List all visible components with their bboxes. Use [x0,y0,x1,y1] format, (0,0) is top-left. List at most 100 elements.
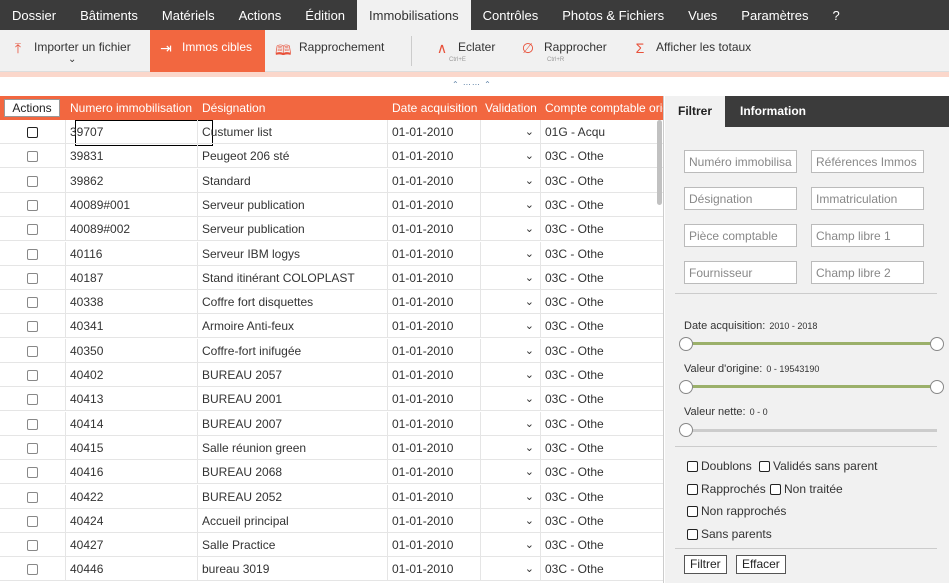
table-row[interactable]: 40402 BUREAU 2057 01-01-2010 ⌄ 03C - Othe [0,363,663,387]
menu-parametres[interactable]: Paramètres [729,0,820,30]
cell-date-acquisition[interactable]: 01-01-2010 [388,290,481,314]
cell-validation[interactable]: ⌄ [481,144,541,168]
cell-numero[interactable]: 40116 [66,242,198,266]
menu-materiels[interactable]: Matériels [150,0,227,30]
cell-compte-comptable[interactable]: 03C - Othe [541,290,659,314]
table-row[interactable]: 39862 Standard 01-01-2010 ⌄ 03C - Othe [0,169,663,193]
row-checkbox[interactable] [27,297,38,309]
cell-compte-comptable[interactable]: 03C - Othe [541,144,659,168]
sans-parents-box[interactable] [687,528,698,540]
menu-vues[interactable]: Vues [676,0,729,30]
row-select-cell[interactable] [0,120,66,144]
row-select-cell[interactable] [0,169,66,193]
validation-chevron-down-icon[interactable]: ⌄ [525,485,534,509]
cell-date-acquisition[interactable]: 01-01-2010 [388,242,481,266]
cell-date-acquisition[interactable]: 01-01-2010 [388,533,481,557]
cell-compte-comptable[interactable]: 03C - Othe [541,460,659,484]
cell-date-acquisition[interactable]: 01-01-2010 [388,217,481,241]
cell-numero[interactable]: 40338 [66,290,198,314]
row-checkbox[interactable] [27,370,38,382]
cell-numero[interactable]: 40341 [66,314,198,338]
row-checkbox[interactable] [27,200,38,212]
cell-designation[interactable]: Peugeot 206 sté [198,144,388,168]
row-select-cell[interactable] [0,387,66,411]
row-checkbox[interactable] [27,516,38,528]
row-select-cell[interactable] [0,266,66,290]
fournisseur-input[interactable] [684,261,797,284]
doublons-checkbox[interactable]: Doublons [687,459,752,473]
row-select-cell[interactable] [0,485,66,509]
cell-compte-comptable[interactable]: 03C - Othe [541,266,659,290]
cell-validation[interactable]: ⌄ [481,169,541,193]
cell-compte-comptable[interactable]: 01G - Acqu [541,120,659,144]
cell-compte-comptable[interactable]: 03C - Othe [541,339,659,363]
row-select-cell[interactable] [0,363,66,387]
header-date-acquisition[interactable]: Date acquisition [388,96,481,120]
table-row[interactable]: 40116 Serveur IBM logys 01-01-2010 ⌄ 03C - O… [0,242,663,266]
table-row[interactable]: 40338 Coffre fort disquettes 01-01-2010 ⌄ 03… [0,290,663,314]
cell-date-acquisition[interactable]: 01-01-2010 [388,460,481,484]
menu-batiments[interactable]: Bâtiments [68,0,150,30]
row-checkbox[interactable] [27,321,38,333]
date-acquisition-max-handle[interactable] [930,337,944,351]
validation-chevron-down-icon[interactable]: ⌄ [525,387,534,411]
table-row[interactable]: 40415 Salle réunion green 01-01-2010 ⌄ 03C -… [0,436,663,460]
designation-input[interactable] [684,187,797,210]
non-rapproches-box[interactable] [687,505,698,517]
row-checkbox[interactable] [27,540,38,552]
cell-numero[interactable]: 40427 [66,533,198,557]
cell-compte-comptable[interactable]: 03C - Othe [541,533,659,557]
row-select-cell[interactable] [0,144,66,168]
numero-immobilisation-input[interactable] [684,150,797,173]
cell-date-acquisition[interactable]: 01-01-2010 [388,314,481,338]
validation-chevron-down-icon[interactable]: ⌄ [525,509,534,533]
row-select-cell[interactable] [0,242,66,266]
references-immos-input[interactable] [811,150,924,173]
cell-designation[interactable]: Serveur IBM logys [198,242,388,266]
champ-libre-1-input[interactable] [811,224,924,247]
cell-date-acquisition[interactable]: 01-01-2010 [388,412,481,436]
menu-immobilisations[interactable]: Immobilisations [357,0,471,30]
validation-chevron-down-icon[interactable]: ⌄ [525,412,534,436]
cell-validation[interactable]: ⌄ [481,314,541,338]
menu-help[interactable]: ? [821,0,852,30]
cell-validation[interactable]: ⌄ [481,412,541,436]
cell-numero[interactable]: 40446 [66,557,198,581]
cell-designation[interactable]: Custumer list [198,120,388,144]
cell-numero[interactable]: 40187 [66,266,198,290]
row-checkbox[interactable] [27,564,38,576]
cell-date-acquisition[interactable]: 01-01-2010 [388,120,481,144]
cell-validation[interactable]: ⌄ [481,485,541,509]
cell-designation[interactable]: Armoire Anti-feux [198,314,388,338]
champ-libre-2-input[interactable] [811,261,924,284]
cell-compte-comptable[interactable]: 03C - Othe [541,314,659,338]
cell-validation[interactable]: ⌄ [481,509,541,533]
vertical-scrollbar[interactable] [657,120,662,205]
cell-designation[interactable]: Accueil principal [198,509,388,533]
tab-information[interactable]: Information [740,96,806,127]
piece-comptable-input[interactable] [684,224,797,247]
cell-date-acquisition[interactable]: 01-01-2010 [388,485,481,509]
row-select-cell[interactable] [0,412,66,436]
row-select-cell[interactable] [0,217,66,241]
cell-validation[interactable]: ⌄ [481,436,541,460]
cell-validation[interactable]: ⌄ [481,557,541,581]
validation-chevron-down-icon[interactable]: ⌄ [525,217,534,241]
cell-compte-comptable[interactable]: 03C - Othe [541,193,659,217]
cell-date-acquisition[interactable]: 01-01-2010 [388,509,481,533]
validation-chevron-down-icon[interactable]: ⌄ [525,339,534,363]
non-traitee-box[interactable] [770,483,781,495]
cell-date-acquisition[interactable]: 01-01-2010 [388,436,481,460]
validation-chevron-down-icon[interactable]: ⌄ [525,144,534,168]
cell-numero[interactable]: 40402 [66,363,198,387]
row-checkbox[interactable] [27,224,38,236]
cell-validation[interactable]: ⌄ [481,387,541,411]
row-checkbox[interactable] [27,273,38,285]
cell-compte-comptable[interactable]: 03C - Othe [541,436,659,460]
table-row[interactable]: 40089#002 Serveur publication 01-01-2010 ⌄ 0… [0,217,663,241]
valeur-origine-slider[interactable] [687,385,937,388]
cell-numero[interactable]: 39831 [66,144,198,168]
doublons-box[interactable] [687,460,698,472]
menu-dossier[interactable]: Dossier [0,0,68,30]
validation-chevron-down-icon[interactable]: ⌄ [525,242,534,266]
